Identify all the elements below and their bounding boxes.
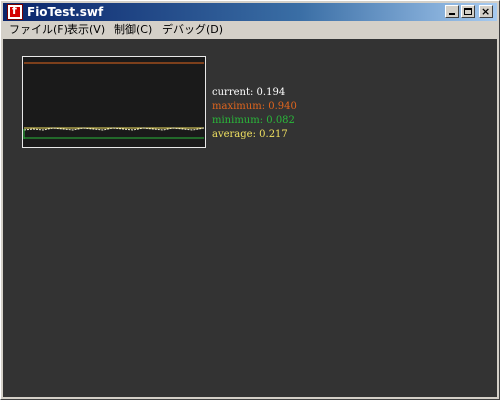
stat-current-value: 0.194	[256, 87, 286, 98]
menu-bar: ファイル(F) 表示(V) 制御(C) デバッグ(D)	[3, 21, 497, 39]
stat-current-label: current:	[212, 87, 254, 98]
stat-minimum-label: minimum:	[212, 115, 264, 126]
close-button[interactable]: ×	[479, 5, 493, 18]
minimize-icon	[449, 13, 455, 15]
stat-average-value: 0.217	[259, 129, 288, 140]
stat-average-label: average:	[212, 129, 256, 140]
stat-maximum-label: maximum:	[212, 101, 266, 112]
stats-panel: current: 0.194 maximum: 0.940 minimum: 0…	[212, 86, 297, 142]
app-window: FioTest.swf × ファイル(F) 表示(V) 制御(C) デバッグ(D…	[0, 0, 500, 400]
title-bar[interactable]: FioTest.swf ×	[3, 3, 497, 21]
current-trace	[23, 127, 205, 131]
minimize-button[interactable]	[445, 5, 459, 18]
flash-stage: current: 0.194 maximum: 0.940 minimum: 0…	[3, 39, 497, 397]
stat-maximum: maximum: 0.940	[212, 100, 297, 114]
close-icon: ×	[481, 5, 491, 18]
stat-maximum-value: 0.940	[268, 101, 297, 112]
menu-file[interactable]: ファイル(F)	[9, 23, 68, 37]
stat-minimum: minimum: 0.082	[212, 114, 297, 128]
maximize-button[interactable]	[461, 5, 475, 18]
menu-control[interactable]: 制御(C)	[114, 23, 152, 37]
graph-canvas	[23, 62, 205, 139]
menu-view[interactable]: 表示(V)	[67, 23, 105, 37]
maximize-icon	[464, 8, 472, 15]
stat-minimum-value: 0.082	[266, 115, 295, 126]
menu-debug[interactable]: デバッグ(D)	[162, 23, 223, 37]
window-title: FioTest.swf	[27, 5, 104, 19]
stat-average: average: 0.217	[212, 128, 297, 142]
flash-app-icon[interactable]	[7, 4, 23, 20]
stat-current: current: 0.194	[212, 86, 297, 100]
performance-graph	[22, 56, 206, 148]
